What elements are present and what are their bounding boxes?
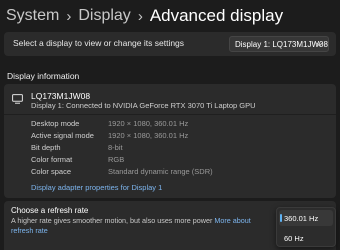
select-display-label: Select a display to view or change its s… (13, 38, 185, 48)
refresh-rate-title: Choose a refresh rate (11, 206, 89, 215)
refresh-rate-description-text: A higher rate gives smoother motion, but… (11, 216, 213, 225)
breadcrumb-separator: › (137, 7, 143, 25)
property-key: Bit depth (31, 143, 61, 152)
property-value: 1920 × 1080, 360.01 Hz (108, 119, 189, 128)
monitor-connection: Display 1: Connected to NVIDIA GeForce R… (31, 101, 256, 110)
property-key: Color format (31, 155, 73, 164)
divider (4, 114, 336, 115)
property-value: Standard dynamic range (SDR) (108, 167, 213, 176)
refresh-rate-dropdown-menu: 360.01 Hz 60 Hz (276, 207, 336, 247)
breadcrumb: System › Display › Advanced display (6, 4, 283, 28)
refresh-rate-description: A higher rate gives smoother motion, but… (11, 216, 273, 236)
monitor-name: LQ173M1JW08 (31, 91, 91, 101)
property-value: RGB (108, 155, 125, 164)
breadcrumb-system[interactable]: System (6, 7, 59, 25)
property-key: Active signal mode (31, 131, 94, 140)
display-select-value: Display 1: LQ173M1JW08 (235, 39, 328, 49)
display-adapter-properties-link[interactable]: Display adapter properties for Display 1 (31, 183, 162, 192)
select-display-card: Select a display to view or change its s… (4, 32, 336, 56)
page-title: Advanced display (149, 6, 284, 25)
property-key: Color space (31, 167, 72, 176)
property-value: 8-bit (108, 143, 123, 152)
property-key: Desktop mode (31, 119, 80, 128)
monitor-icon (12, 94, 23, 104)
display-information-card: LQ173M1JW08 Display 1: Connected to NVID… (4, 84, 336, 198)
breadcrumb-separator: › (66, 7, 72, 25)
property-value: 1920 × 1080, 360.01 Hz (108, 131, 189, 140)
display-information-heading: Display information (7, 71, 80, 81)
chevron-down-icon (316, 42, 323, 47)
breadcrumb-display[interactable]: Display (78, 7, 130, 25)
display-select-dropdown[interactable]: Display 1: LQ173M1JW08 (229, 36, 329, 52)
refresh-rate-option[interactable]: 60 Hz (279, 230, 333, 246)
refresh-rate-option-selected[interactable]: 360.01 Hz (279, 210, 333, 226)
